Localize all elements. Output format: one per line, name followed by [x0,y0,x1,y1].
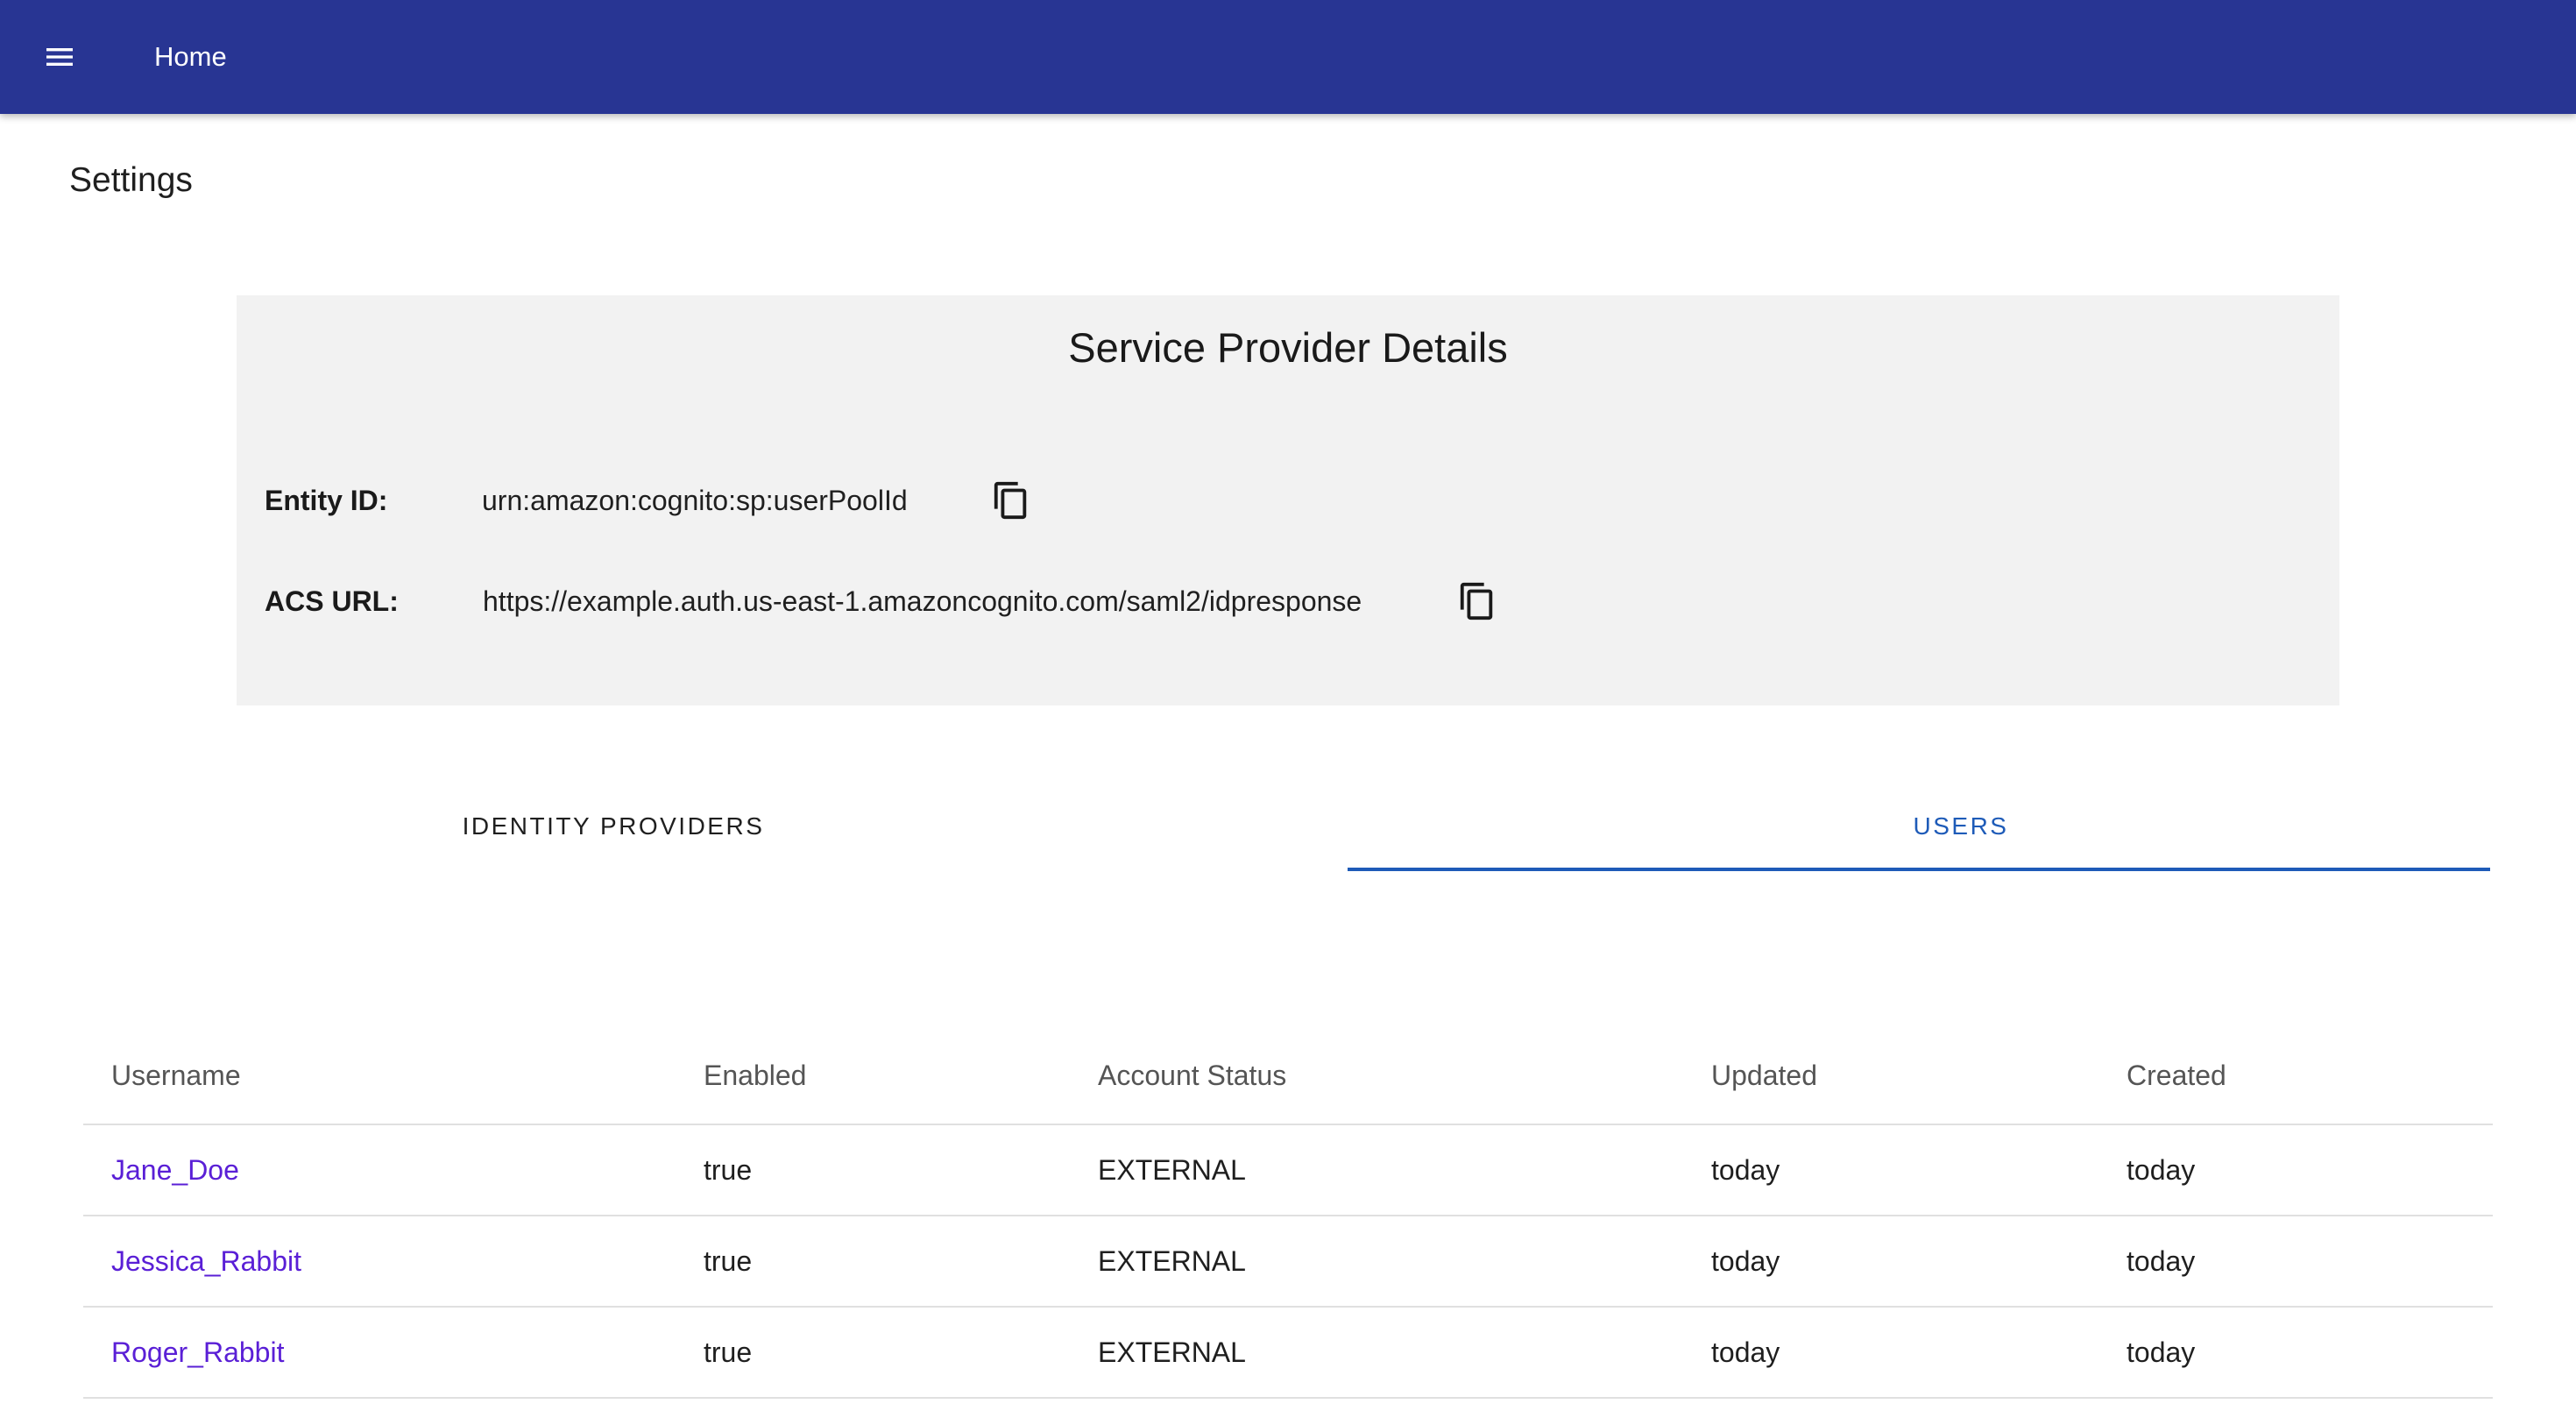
column-header-created[interactable]: Created [2098,1027,2493,1125]
updated-cell: today [1683,1124,2098,1216]
menu-button[interactable] [33,32,86,82]
table-row[interactable]: Jane_Doe true EXTERNAL today today [83,1124,2493,1216]
column-header-updated[interactable]: Updated [1683,1027,2098,1125]
copy-acs-url-button[interactable] [1454,578,1500,624]
copy-icon [1460,582,1493,620]
acs-url-value: https://example.auth.us-east-1.amazoncog… [483,585,1362,617]
table-header-row: Username Enabled Account Status Updated … [83,1027,2493,1125]
table-row[interactable]: Jessica_Rabbit true EXTERNAL today today [83,1216,2493,1308]
app-bar: Home [0,0,2576,114]
tab-users[interactable]: USERS [1390,780,2532,873]
menu-icon [46,48,73,66]
acs-url-label: ACS URL: [265,585,399,617]
app-bar-title[interactable]: Home [154,39,227,75]
column-header-account-status[interactable]: Account Status [1070,1027,1683,1125]
account-status-cell: EXTERNAL [1070,1124,1683,1216]
entity-id-label: Entity ID: [265,485,388,516]
service-provider-details-card: Service Provider Details Entity ID: urn:… [237,295,2339,705]
copy-entity-id-button[interactable] [988,478,1034,523]
entity-id-value: urn:amazon:cognito:sp:userPoolId [482,485,908,516]
page-title: Settings [69,161,193,199]
enabled-cell: true [676,1307,1070,1399]
users-table: Username Enabled Account Status Updated … [83,1027,2493,1399]
settings-tabs: IDENTITY PROVIDERS USERS [42,780,2534,873]
username-cell: Jessica_Rabbit [83,1216,676,1308]
updated-cell: today [1683,1307,2098,1399]
created-cell: today [2098,1216,2493,1308]
username-cell: Jane_Doe [83,1124,676,1216]
active-tab-indicator [1348,868,2490,871]
column-header-enabled[interactable]: Enabled [676,1027,1070,1125]
username-link[interactable]: Jessica_Rabbit [111,1245,301,1277]
enabled-cell: true [676,1124,1070,1216]
enabled-cell: true [676,1216,1070,1308]
copy-icon [994,481,1027,520]
username-link[interactable]: Roger_Rabbit [111,1336,284,1368]
column-header-username[interactable]: Username [83,1027,676,1125]
account-status-cell: EXTERNAL [1070,1307,1683,1399]
username-cell: Roger_Rabbit [83,1307,676,1399]
service-provider-title: Service Provider Details [1068,324,1508,371]
updated-cell: today [1683,1216,2098,1308]
account-status-cell: EXTERNAL [1070,1216,1683,1308]
tab-identity-providers[interactable]: IDENTITY PROVIDERS [42,780,1185,873]
table-row[interactable]: Roger_Rabbit true EXTERNAL today today [83,1307,2493,1399]
username-link[interactable]: Jane_Doe [111,1154,239,1186]
created-cell: today [2098,1124,2493,1216]
created-cell: today [2098,1307,2493,1399]
